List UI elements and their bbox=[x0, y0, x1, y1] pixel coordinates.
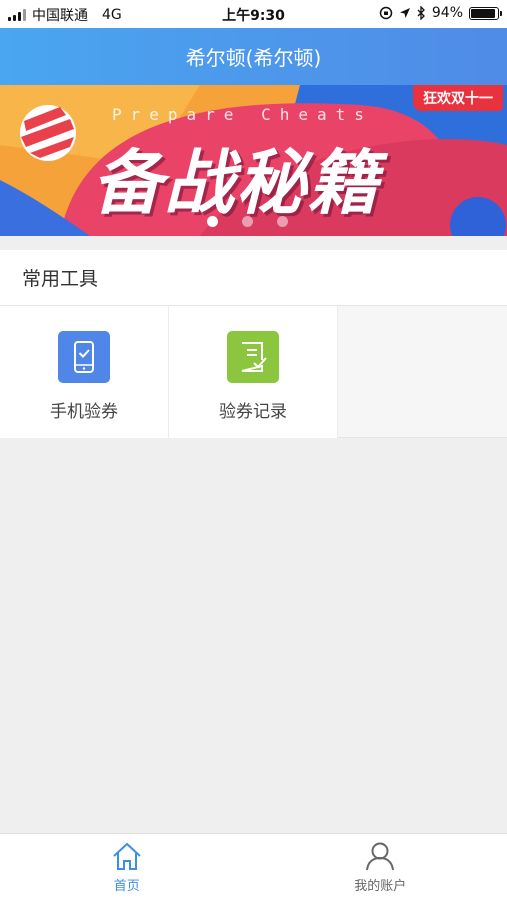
carousel-dot[interactable] bbox=[207, 216, 218, 227]
tool-empty-slot bbox=[338, 306, 507, 437]
location-icon bbox=[399, 8, 410, 18]
page-title: 希尔顿(希尔顿) bbox=[185, 46, 322, 70]
user-icon bbox=[366, 842, 395, 871]
banner-subtitle: Prepare Cheats bbox=[112, 105, 373, 124]
promo-banner[interactable]: Prepare Cheats 备战秘籍 狂欢双十一 bbox=[0, 85, 507, 236]
tab-home[interactable]: 首页 bbox=[0, 834, 254, 900]
tool-label: 验券记录 bbox=[219, 402, 287, 422]
tool-label: 手机验券 bbox=[50, 402, 118, 422]
battery-fill bbox=[471, 8, 496, 18]
record-check-icon bbox=[227, 331, 279, 383]
orientation-lock-icon bbox=[379, 6, 393, 20]
battery-icon bbox=[469, 6, 502, 20]
status-right: 94% bbox=[379, 5, 502, 21]
bluetooth-icon bbox=[417, 6, 425, 20]
status-bar: 中国联通 4G 上午9:30 94% bbox=[0, 0, 507, 28]
section-title: 常用工具 bbox=[22, 268, 99, 290]
tools-section-title: 常用工具 bbox=[0, 250, 507, 306]
carousel-dot[interactable] bbox=[277, 216, 288, 227]
tab-label: 首页 bbox=[113, 879, 140, 894]
striped-ball-icon bbox=[20, 105, 76, 161]
tool-phone-verify[interactable]: 手机验券 bbox=[0, 306, 169, 438]
tab-label: 我的账户 bbox=[354, 879, 407, 894]
tools-grid: 手机验券 验券记录 bbox=[0, 306, 507, 438]
tool-verify-records[interactable]: 验券记录 bbox=[169, 306, 338, 438]
phone-check-icon bbox=[58, 331, 110, 383]
battery-percent: 94% bbox=[431, 5, 463, 21]
nav-header: 希尔顿(希尔顿) bbox=[0, 28, 507, 85]
bottom-tab-bar: 首页 我的账户 bbox=[0, 833, 507, 900]
carousel-dot[interactable] bbox=[242, 216, 253, 227]
banner-badge: 狂欢双十一 bbox=[413, 85, 503, 111]
carousel-dots bbox=[207, 216, 288, 227]
banner-title: 备战秘籍 bbox=[92, 142, 380, 224]
tab-my-account[interactable]: 我的账户 bbox=[254, 834, 507, 900]
home-icon bbox=[113, 842, 141, 870]
